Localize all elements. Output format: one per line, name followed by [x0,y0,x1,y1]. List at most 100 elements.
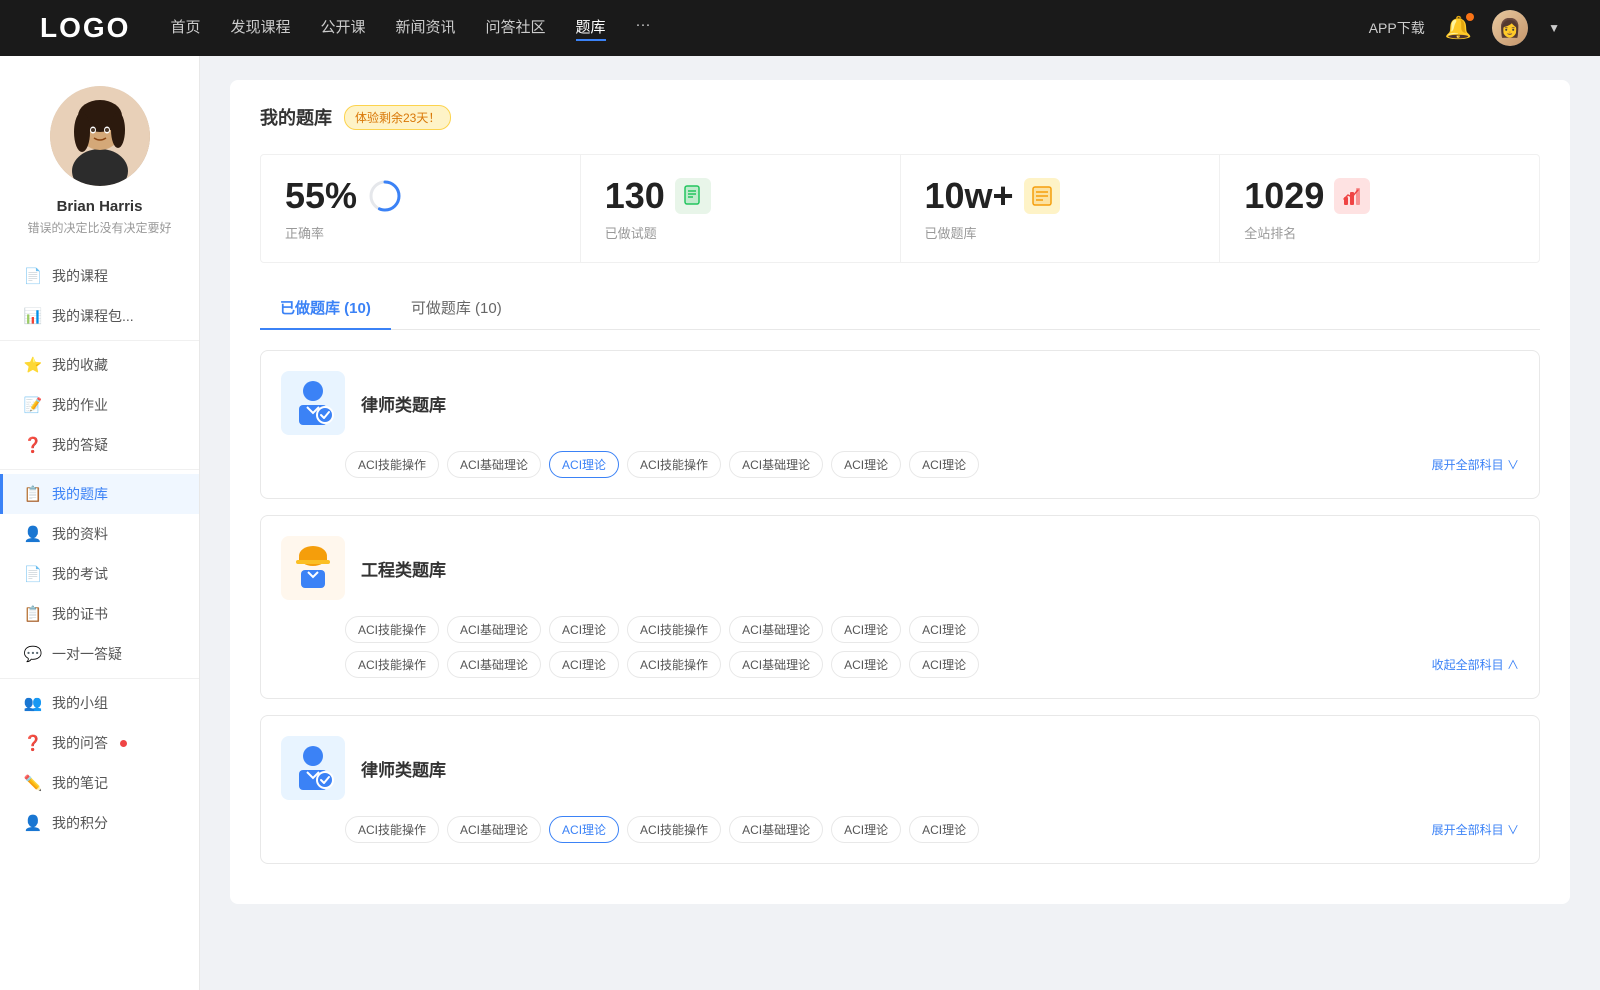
nav-link-3[interactable]: 新闻资讯 [396,16,456,41]
tag-2b-5[interactable]: ACI基础理论 [729,651,823,678]
sidebar-item-course_packages[interactable]: 📊 我的课程包... [0,296,199,336]
sidebar-label-course_packages: 我的课程包... [52,306,134,326]
qbank-card-engineer: 工程类题库 ACI技能操作 ACI基础理论 ACI理论 ACI技能操作 ACI基… [260,515,1540,699]
sidebar-menu: 📄我的课程📊我的课程包...⭐我的收藏📝我的作业❓我的答疑📋我的题库👤我的资料📄… [0,256,199,843]
nav-link-5[interactable]: 题库 [576,16,606,41]
sidebar-icon-exams: 📄 [24,565,42,583]
avatar-dropdown-icon[interactable]: ▼ [1548,21,1560,35]
qbank-card-lawyer-1: 律师类题库 ACI技能操作 ACI基础理论 ACI理论 ACI技能操作 ACI基… [260,350,1540,499]
notification-bell[interactable]: 🔔 [1445,15,1472,41]
tag-1-5[interactable]: ACI基础理论 [729,451,823,478]
tag-3-3[interactable]: ACI理论 [549,816,619,843]
tab-done[interactable]: 已做题库 (10) [260,287,391,330]
nav-link-2[interactable]: 公开课 [320,16,365,41]
tag-1-2[interactable]: ACI基础理论 [447,451,541,478]
sidebar-label-my_questions: 我的问答 [52,733,108,753]
sidebar-item-questions[interactable]: ❓我的答疑 [0,425,199,465]
sidebar-item-my_questions[interactable]: ❓我的问答 [0,723,199,763]
tag-3-7[interactable]: ACI理论 [909,816,979,843]
sidebar-item-courses[interactable]: 📄我的课程 [0,256,199,296]
tag-1-6[interactable]: ACI理论 [831,451,901,478]
stats-row: 55% 正确率 130 [260,154,1540,263]
tag-2a-4[interactable]: ACI技能操作 [627,616,721,643]
nav-link-0[interactable]: 首页 [170,16,200,41]
sidebar-icon-profile: 👤 [24,525,42,543]
tag-2a-7[interactable]: ACI理论 [909,616,979,643]
expand-btn-1[interactable]: 展开全部科目 ∨ [1432,456,1519,473]
tag-2b-3[interactable]: ACI理论 [549,651,619,678]
tag-3-6[interactable]: ACI理论 [831,816,901,843]
sidebar-icon-one_on_one: 💬 [24,645,42,663]
sidebar-item-certificates[interactable]: 📋我的证书 [0,594,199,634]
user-avatar[interactable]: 👩 [1492,10,1528,46]
stat-rank-top: 1029 [1244,175,1370,217]
sidebar-icon-course_packages: 📊 [24,307,42,325]
tag-2a-6[interactable]: ACI理论 [831,616,901,643]
tab-available[interactable]: 可做题库 (10) [391,287,522,330]
sidebar-label-question_bank: 我的题库 [52,484,108,504]
tag-3-2[interactable]: ACI基础理论 [447,816,541,843]
navigation: LOGO 首页 发现课程 公开课 新闻资讯 问答社区 题库 ··· APP下载 🔔 👩 ▼ [0,0,1600,56]
sidebar-item-exams[interactable]: 📄我的考试 [0,554,199,594]
nav-link-6[interactable]: ··· [636,16,651,41]
tag-2a-5[interactable]: ACI基础理论 [729,616,823,643]
stat-banks-top: 10w+ [925,175,1060,217]
tag-2a-3[interactable]: ACI理论 [549,616,619,643]
sidebar-icon-points: 👤 [24,814,42,832]
sidebar-item-homework[interactable]: 📝 我的作业 [0,385,199,425]
sidebar-item-question_bank[interactable]: 📋我的题库 [0,474,199,514]
stat-rank-label: 全站排名 [1244,223,1296,242]
tag-2b-4[interactable]: ACI技能操作 [627,651,721,678]
tag-3-5[interactable]: ACI基础理论 [729,816,823,843]
sidebar-icon-notes: ✏️ [24,774,42,792]
nav-left: LOGO 首页 发现课程 公开课 新闻资讯 问答社区 题库 ··· [40,12,651,44]
tag-1-4[interactable]: ACI技能操作 [627,451,721,478]
list-icon [1024,178,1060,214]
expand-btn-3[interactable]: 展开全部科目 ∨ [1432,821,1519,838]
sidebar: Brian Harris 错误的决定比没有决定要好 📄我的课程📊我的课程包...… [0,56,200,990]
tag-2a-1[interactable]: ACI技能操作 [345,616,439,643]
stat-accuracy-top: 55% [285,175,403,217]
sidebar-item-profile[interactable]: 👤我的资料 [0,514,199,554]
page-title: 我的题库 [260,104,332,130]
notification-dot-my_questions [120,740,127,747]
sidebar-label-favorites: 我的收藏 [52,355,108,375]
tag-1-1[interactable]: ACI技能操作 [345,451,439,478]
nav-link-4[interactable]: 问答社区 [486,16,546,41]
logo[interactable]: LOGO [40,12,130,44]
nav-link-1[interactable]: 发现课程 [230,16,290,41]
sidebar-item-favorites[interactable]: ⭐我的收藏 [0,345,199,385]
sidebar-divider-2 [0,340,199,341]
qbank-list: 律师类题库 ACI技能操作 ACI基础理论 ACI理论 ACI技能操作 ACI基… [260,350,1540,864]
stat-banks-value: 10w+ [925,175,1014,217]
sidebar-icon-questions: ❓ [24,436,42,454]
stat-accuracy-label: 正确率 [285,223,324,242]
stat-accuracy: 55% 正确率 [261,155,580,262]
tag-3-1[interactable]: ACI技能操作 [345,816,439,843]
tag-1-3[interactable]: ACI理论 [549,451,619,478]
collapse-btn-2[interactable]: 收起全部科目 ∧ [1432,656,1519,673]
sidebar-item-one_on_one[interactable]: 💬一对一答疑 [0,634,199,674]
tabs: 已做题库 (10) 可做题库 (10) [260,287,1540,330]
tag-2b-2[interactable]: ACI基础理论 [447,651,541,678]
engineer-icon [281,536,345,600]
stat-done-top: 130 [605,175,711,217]
sidebar-label-notes: 我的笔记 [52,773,108,793]
sidebar-item-notes[interactable]: ✏️ 我的笔记 [0,763,199,803]
lawyer-icon-3 [281,736,345,800]
tag-3-4[interactable]: ACI技能操作 [627,816,721,843]
tag-1-7[interactable]: ACI理论 [909,451,979,478]
tag-2b-6[interactable]: ACI理论 [831,651,901,678]
stat-accuracy-value: 55% [285,175,357,217]
tags-container-3: ACI技能操作 ACI基础理论 ACI理论 ACI技能操作 ACI基础理论 AC… [345,816,1432,843]
tag-2b-7[interactable]: ACI理论 [909,651,979,678]
sidebar-label-homework: 我的作业 [52,395,108,415]
notification-dot [1466,13,1474,21]
app-download-link[interactable]: APP下载 [1369,18,1425,38]
sidebar-icon-homework: 📝 [24,396,42,414]
sidebar-item-points[interactable]: 👤我的积分 [0,803,199,843]
qbank-tags-row-2b: ACI技能操作 ACI基础理论 ACI理论 ACI技能操作 ACI基础理论 AC… [281,651,1519,678]
tag-2a-2[interactable]: ACI基础理论 [447,616,541,643]
sidebar-item-groups[interactable]: 👥我的小组 [0,683,199,723]
tag-2b-1[interactable]: ACI技能操作 [345,651,439,678]
